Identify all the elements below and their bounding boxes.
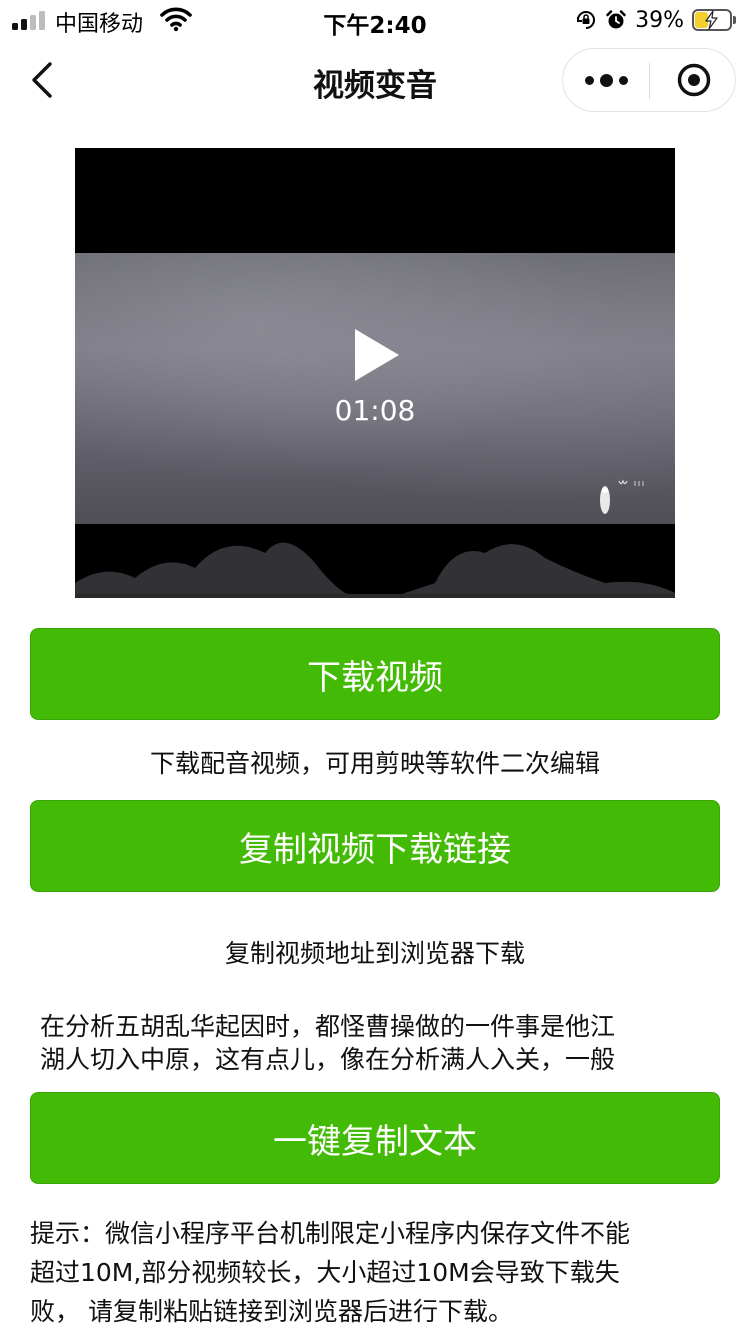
video-frame [75, 253, 675, 598]
tip-text: 提示：微信小程序平台机制限定小程序内保存文件不能 超过10M,部分视频较长，大小… [30, 1214, 720, 1331]
target-close-icon [677, 63, 711, 97]
transcript-line: 在分析五胡乱华起因时，都怪曹操做的一件事是他江 [40, 1012, 616, 1041]
tip-line: 败， 请复制粘贴链接到浏览器后进行下载。 [30, 1297, 513, 1326]
transcript-line: 湖人切入中原，这有点儿，像在分析满人入关，一般 [40, 1045, 616, 1074]
transcript-text: 在分析五胡乱华起因时，都怪曹操做的一件事是他江 湖人切入中原，这有点儿，像在分析… [40, 1010, 710, 1076]
more-button[interactable] [563, 49, 649, 111]
copy-text-button[interactable]: 一键复制文本 [30, 1092, 720, 1184]
copy-link-caption: 复制视频地址到浏览器下载 [224, 939, 525, 968]
download-video-button[interactable]: 下载视频 [30, 628, 720, 720]
orientation-lock-icon [577, 11, 596, 29]
tip-line: 提示：微信小程序平台机制限定小程序内保存文件不能 [30, 1219, 631, 1248]
status-icons: 39% [575, 6, 736, 34]
download-caption: 下载配音视频，可用剪映等软件二次编辑 [149, 749, 600, 778]
play-icon[interactable] [351, 326, 403, 384]
video-player[interactable]: 01:08 [75, 148, 675, 598]
video-progress-track [75, 594, 675, 598]
capsule-divider [649, 63, 650, 99]
status-bar: 中国移动 下午2:40 39% [0, 0, 750, 40]
battery-percent: 39% [635, 7, 684, 33]
tip-line: 超过10M,部分视频较长，大小超过10M会导致下载失 [30, 1258, 620, 1287]
more-dots-icon [584, 75, 594, 85]
close-button[interactable] [651, 49, 737, 111]
nav-bar: 视频变音 [0, 40, 750, 120]
alarm-icon [606, 10, 626, 29]
battery-charging-icon [692, 9, 736, 31]
watermark-icon [600, 479, 644, 514]
video-clouds [75, 542, 675, 598]
video-duration: 01:08 [334, 394, 416, 427]
copy-link-button[interactable]: 复制视频下载链接 [30, 800, 720, 892]
mini-program-capsule [562, 48, 736, 112]
